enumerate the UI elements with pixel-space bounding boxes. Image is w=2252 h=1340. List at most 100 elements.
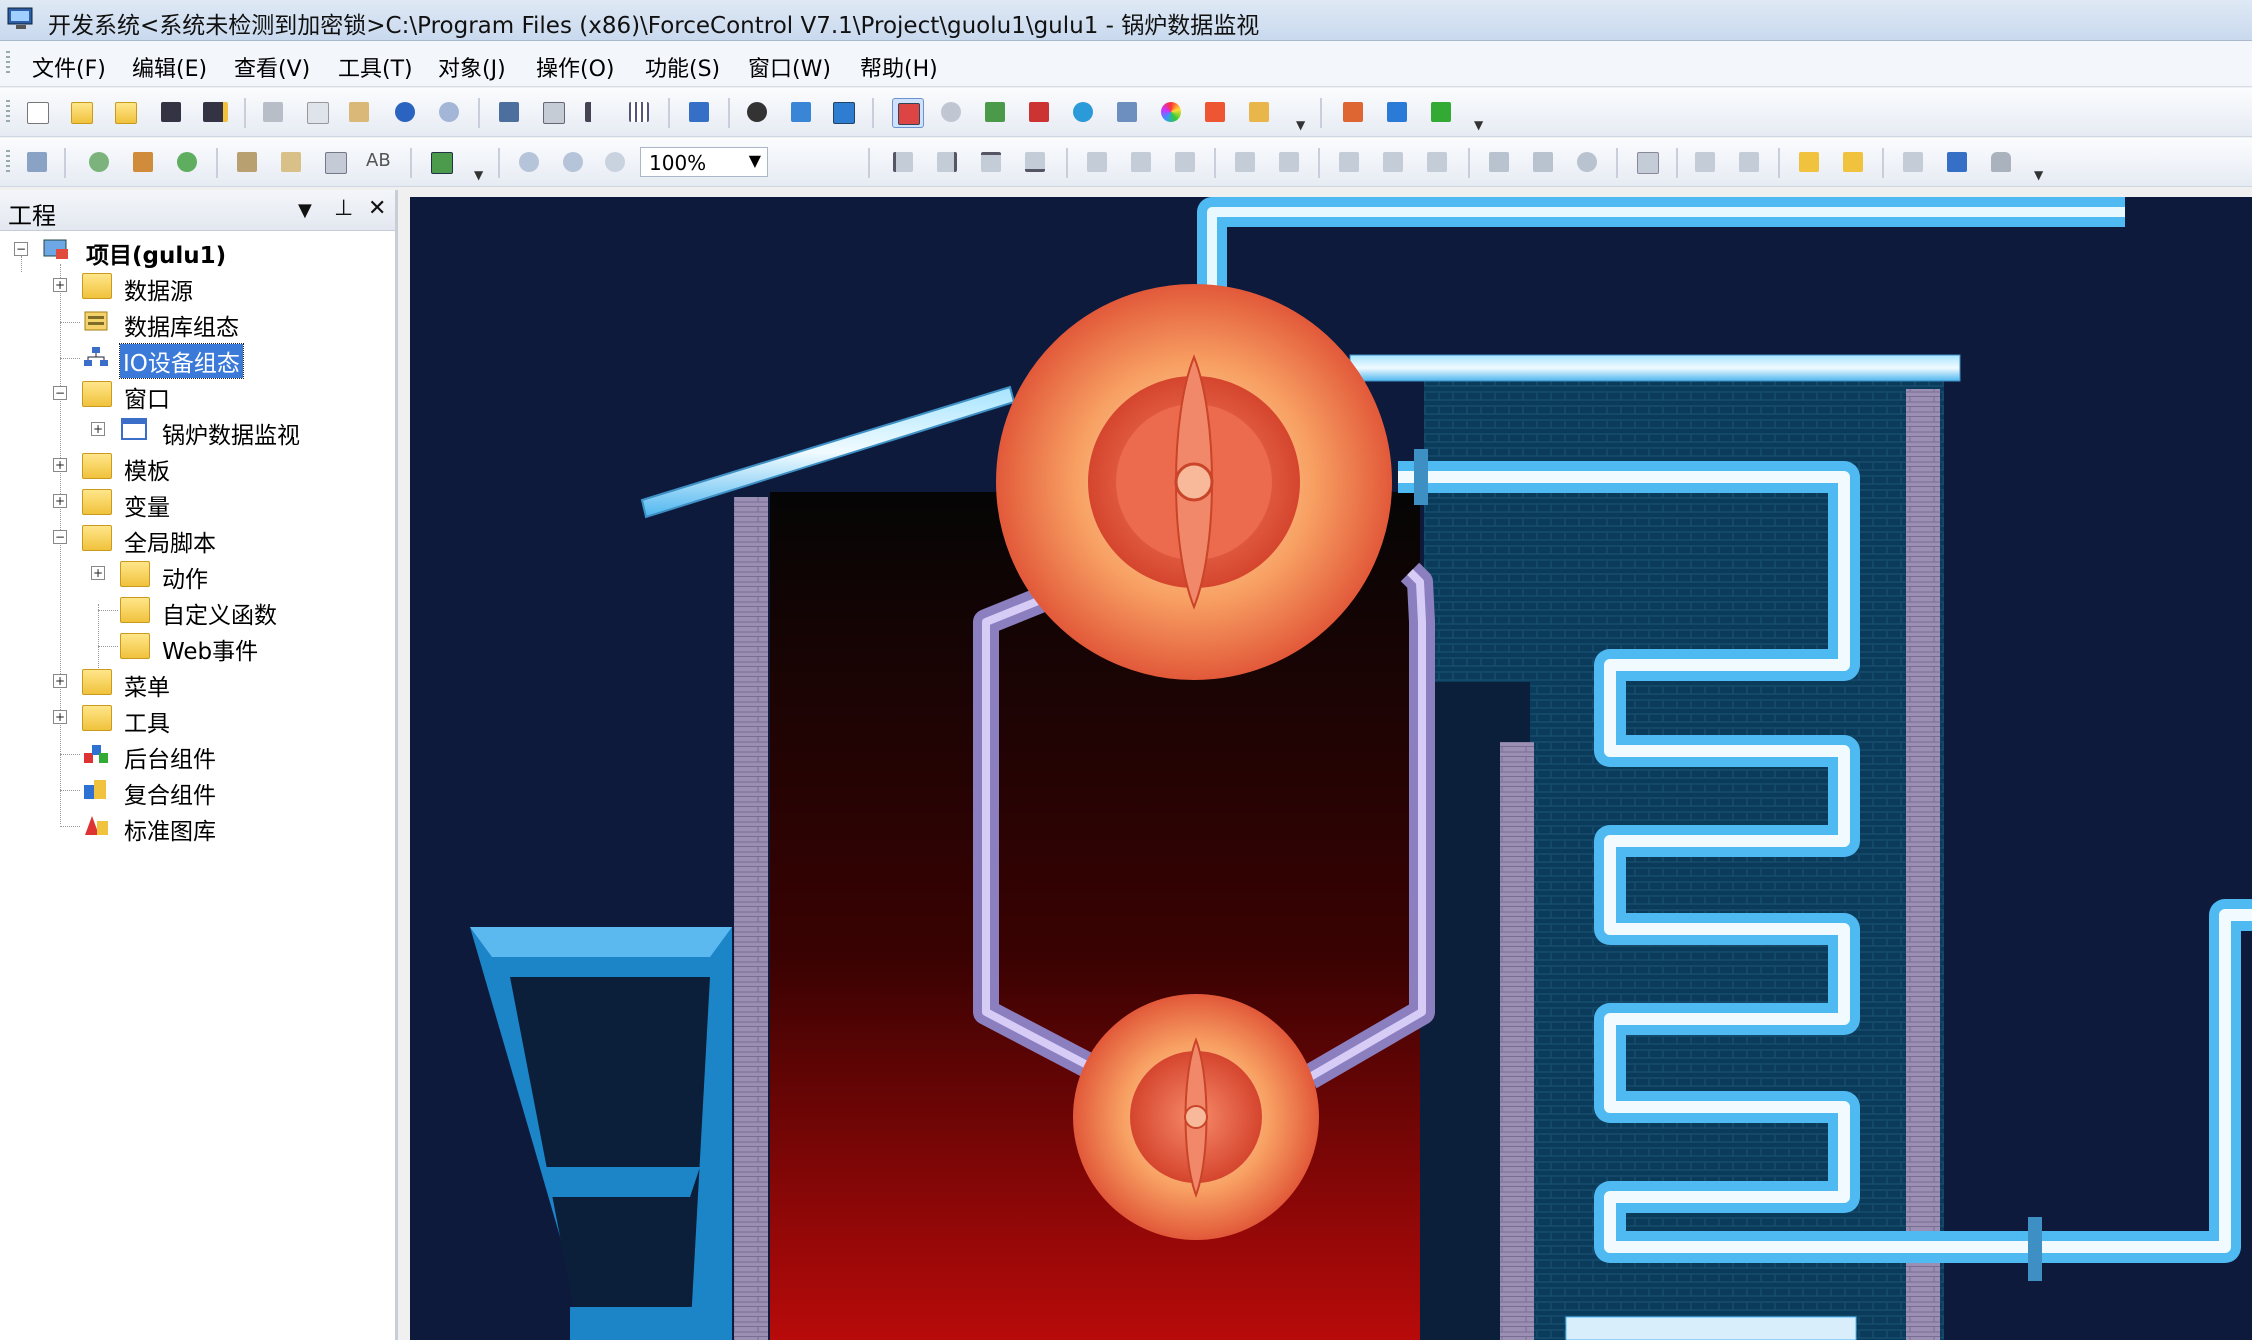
text-tool-icon[interactable]: AB (362, 148, 392, 176)
new-file-icon[interactable] (22, 98, 52, 126)
copy-icon[interactable] (302, 98, 332, 126)
tree-item-variables[interactable]: + 变量 (0, 486, 395, 521)
develop-mode-icon[interactable] (892, 98, 924, 128)
menu-operate[interactable]: 操作(O) (536, 51, 614, 83)
center-horizontal-icon[interactable] (1082, 148, 1112, 176)
center-both-icon[interactable] (1170, 148, 1200, 176)
flip-horizontal-icon[interactable] (1484, 148, 1514, 176)
redo-icon[interactable] (434, 98, 464, 126)
tree-item-bg-components[interactable]: 后台组件 (0, 738, 395, 773)
properties-icon[interactable] (276, 148, 306, 176)
screen-icon[interactable] (1942, 148, 1972, 176)
zoom-in-icon[interactable] (514, 148, 544, 176)
chart-icon[interactable] (580, 98, 610, 126)
zoom-select[interactable]: 100% ▼ (640, 147, 768, 177)
tree-item-tools[interactable]: + 工具 (0, 702, 395, 737)
find-icon[interactable] (742, 98, 772, 126)
align-bottom-icon[interactable] (1020, 148, 1050, 176)
tree-item-datasource[interactable]: + 数据源 (0, 270, 395, 305)
trend-icon[interactable] (786, 98, 816, 126)
network-icon[interactable] (1112, 98, 1142, 126)
tree-item-global-script[interactable]: − 全局脚本 (0, 522, 395, 557)
settings-icon[interactable] (936, 98, 966, 126)
layers-icon[interactable] (1200, 98, 1230, 126)
same-size-icon[interactable] (1422, 148, 1452, 176)
expand-icon[interactable]: + (53, 674, 67, 688)
bring-front-icon[interactable] (1794, 148, 1824, 176)
space-horizontal-icon[interactable] (1230, 148, 1260, 176)
tree-item-io-config[interactable]: IO设备组态 (0, 342, 395, 379)
toolbar-overflow-icon[interactable]: ▼ (1296, 118, 1305, 132)
component-icon[interactable] (1426, 98, 1456, 126)
toolbar-overflow-icon-3[interactable]: ▼ (474, 168, 483, 182)
undo-icon[interactable] (390, 98, 420, 126)
toolbar-overflow-icon-4[interactable]: ▼ (2034, 168, 2043, 182)
open-project-icon[interactable] (110, 98, 140, 126)
tree-item-window-monitor[interactable]: + 锅炉数据监视 (0, 414, 395, 449)
import-icon[interactable] (980, 98, 1010, 126)
tree-item-custom-funcs[interactable]: 自定义函数 (0, 594, 395, 629)
expand-icon[interactable]: + (53, 458, 67, 472)
tree-item-composite[interactable]: 复合组件 (0, 774, 395, 809)
tree-item-menus[interactable]: + 菜单 (0, 666, 395, 701)
tree-item-std-library[interactable]: 标准图库 (0, 810, 395, 845)
panel-dropdown-icon[interactable]: ▼ (298, 200, 312, 221)
rotate-icon[interactable] (1572, 148, 1602, 176)
wizard-icon[interactable] (1244, 98, 1274, 126)
menu-file[interactable]: 文件(F) (32, 51, 106, 83)
download-icon[interactable] (494, 98, 524, 126)
zoom-out-icon[interactable] (558, 148, 588, 176)
align-left-icon[interactable] (888, 148, 918, 176)
tree-item-actions[interactable]: + 动作 (0, 558, 395, 593)
tree-item-db-config[interactable]: 数据库组态 (0, 306, 395, 341)
flip-vertical-icon[interactable] (1528, 148, 1558, 176)
menu-window[interactable]: 窗口(W) (748, 51, 831, 83)
copy-format-icon[interactable] (1898, 148, 1928, 176)
color-wheel-icon[interactable] (1156, 98, 1186, 126)
composite-icon[interactable] (1382, 98, 1412, 126)
center-vertical-icon[interactable] (1126, 148, 1156, 176)
group-icon[interactable] (1632, 148, 1662, 176)
tree-root[interactable]: − 项目(gulu1) (0, 234, 395, 269)
web-icon[interactable] (172, 148, 202, 176)
menu-object[interactable]: 对象(J) (438, 51, 506, 83)
expand-icon[interactable]: + (91, 566, 105, 580)
combine-icon[interactable] (1690, 148, 1720, 176)
cut-icon[interactable] (258, 98, 288, 126)
close-icon[interactable]: ✕ (368, 196, 386, 221)
collapse-icon[interactable]: − (53, 386, 67, 400)
window-icon[interactable] (828, 98, 858, 126)
send-back-icon[interactable] (1838, 148, 1868, 176)
zoom-reset-icon[interactable] (600, 148, 630, 176)
open-folder-icon[interactable] (66, 98, 96, 126)
menu-tools[interactable]: 工具(T) (338, 51, 413, 83)
library-icon[interactable] (1338, 98, 1368, 126)
split-icon[interactable] (1734, 148, 1764, 176)
grid-icon[interactable] (624, 98, 654, 126)
input-box-icon[interactable] (320, 148, 350, 176)
tree-item-windows[interactable]: − 窗口 (0, 378, 395, 413)
link-icon[interactable] (232, 148, 262, 176)
tree-item-web-events[interactable]: Web事件 (0, 630, 395, 665)
menu-view[interactable]: 查看(V) (234, 51, 310, 83)
compile-icon[interactable] (538, 98, 568, 126)
monitor-icon[interactable] (684, 98, 714, 126)
design-canvas[interactable] (410, 197, 2252, 1340)
tools-icon[interactable] (1024, 98, 1054, 126)
toolbar-overflow-icon-2[interactable]: ▼ (1474, 118, 1483, 132)
paste-icon[interactable] (344, 98, 374, 126)
align-top-icon[interactable] (976, 148, 1006, 176)
image-icon[interactable] (128, 148, 158, 176)
tree-item-templates[interactable]: + 模板 (0, 450, 395, 485)
pin-icon[interactable]: ⊥ (334, 196, 353, 221)
lock-icon[interactable] (1986, 148, 2016, 176)
expand-icon[interactable]: + (53, 710, 67, 724)
menu-function[interactable]: 功能(S) (645, 51, 720, 83)
add-window-icon[interactable] (426, 148, 456, 176)
same-height-icon[interactable] (1378, 148, 1408, 176)
same-width-icon[interactable] (1334, 148, 1364, 176)
expand-icon[interactable]: + (53, 494, 67, 508)
save-icon[interactable] (156, 98, 186, 126)
menu-edit[interactable]: 编辑(E) (132, 51, 207, 83)
expand-icon[interactable]: + (53, 278, 67, 292)
